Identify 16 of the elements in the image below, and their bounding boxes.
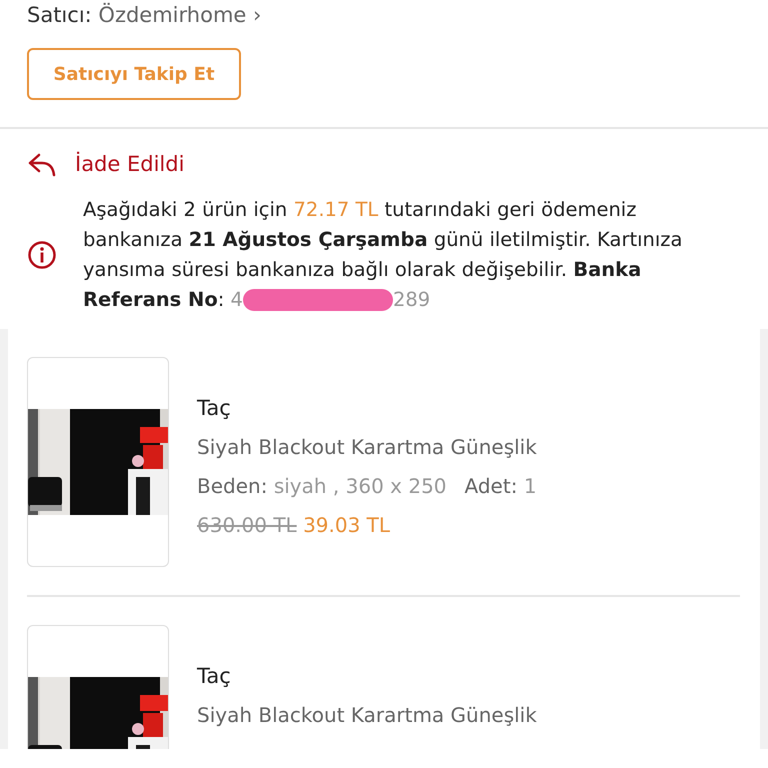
seller-label: Satıcı: (27, 3, 92, 27)
info-icon (27, 240, 57, 270)
seller-link[interactable]: Özdemirhome › (98, 3, 262, 27)
size-label: Beden: (197, 474, 268, 498)
product-title: Siyah Blackout Karartma Güneşlik (197, 702, 537, 728)
status-label: İade Edildi (75, 150, 184, 178)
quantity-value: 1 (524, 474, 537, 498)
old-price: 630.00 TL (197, 512, 297, 536)
product-title: Siyah Blackout Karartma Güneşlik (197, 434, 537, 460)
refund-note: Aşağıdaki 2 ürün için 72.17 TL tutarındaki geri ödemeniz bankanıza 21 Ağustos Çarşamba günü iletilmiştir. Kartınıza yansıma süresi bankanıza bağlı olarak değişebilir. Banka Referans No: 4 289 (83, 196, 684, 314)
return-arrow-icon (27, 152, 57, 178)
size-value: siyah , 360 x 250 (274, 474, 447, 498)
brand-name: Taç (197, 394, 232, 422)
quantity-label: Adet: (464, 474, 518, 498)
price: 39.03 TL (303, 512, 390, 536)
brand-name: Taç (197, 662, 232, 690)
